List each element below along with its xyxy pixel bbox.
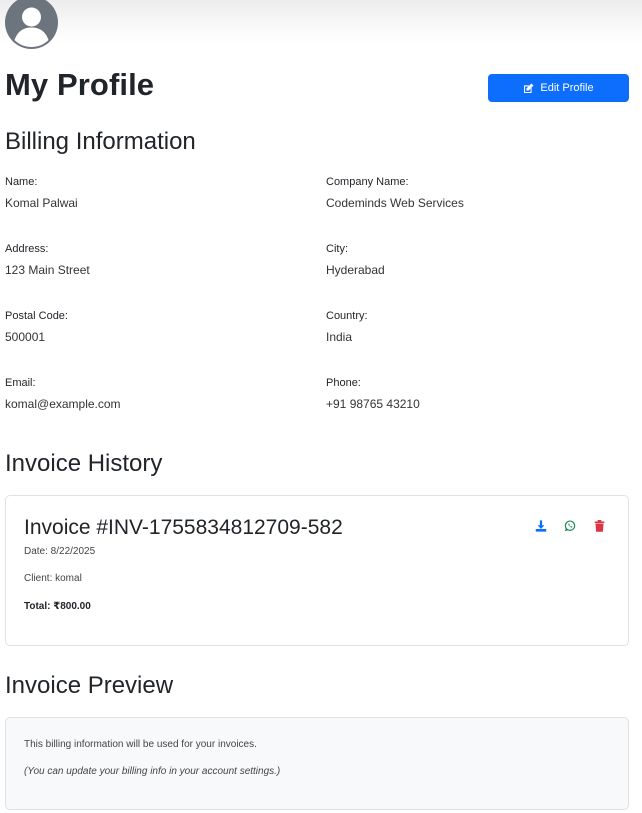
- edit-profile-button[interactable]: Edit Profile: [488, 74, 629, 102]
- whatsapp-icon: [564, 520, 576, 532]
- invoice-card: Invoice #INV-1755834812709-582 Date: 8/2…: [5, 495, 629, 646]
- billing-section-title: Billing Information: [5, 128, 196, 155]
- share-whatsapp-button[interactable]: [562, 518, 578, 534]
- invoice-total: Total: ₹800.00: [24, 601, 91, 612]
- invoice-date: Date: 8/22/2025: [24, 546, 96, 557]
- name-value: Komal Palwai: [5, 196, 78, 210]
- trash-icon: [594, 520, 604, 532]
- download-invoice-button[interactable]: [533, 518, 549, 534]
- postal-code-label: Postal Code:: [5, 310, 68, 322]
- invoice-history-title: Invoice History: [5, 450, 163, 477]
- name-label: Name:: [5, 176, 38, 188]
- edit-icon: [524, 83, 534, 93]
- phone-label: Phone:: [326, 377, 361, 389]
- download-icon: [535, 520, 547, 532]
- city-label: City:: [326, 243, 348, 255]
- preview-note: (You can update your billing info in you…: [24, 766, 281, 777]
- edit-profile-label: Edit Profile: [540, 82, 594, 94]
- company-label: Company Name:: [326, 176, 409, 188]
- preview-text: This billing information will be used fo…: [24, 739, 257, 750]
- country-label: Country:: [326, 310, 368, 322]
- invoice-title: Invoice #INV-1755834812709-582: [24, 516, 343, 539]
- invoice-preview-card: This billing information will be used fo…: [5, 717, 629, 810]
- email-label: Email:: [5, 377, 36, 389]
- address-value: 123 Main Street: [5, 263, 90, 277]
- page-title: My Profile: [5, 67, 155, 102]
- phone-value: +91 98765 43210: [326, 397, 420, 411]
- top-navbar-shade: [0, 0, 642, 44]
- avatar[interactable]: [5, 0, 58, 49]
- delete-invoice-button[interactable]: [591, 518, 607, 534]
- city-value: Hyderabad: [326, 263, 385, 277]
- country-value: India: [326, 330, 353, 344]
- company-value: Codeminds Web Services: [326, 196, 464, 210]
- postal-code-value: 500001: [5, 330, 46, 344]
- user-circle-icon: [5, 0, 58, 49]
- address-label: Address:: [5, 243, 49, 255]
- invoice-client: Client: komal: [24, 573, 82, 584]
- email-value: komal@example.com: [5, 397, 121, 411]
- invoice-preview-title: Invoice Preview: [5, 672, 174, 699]
